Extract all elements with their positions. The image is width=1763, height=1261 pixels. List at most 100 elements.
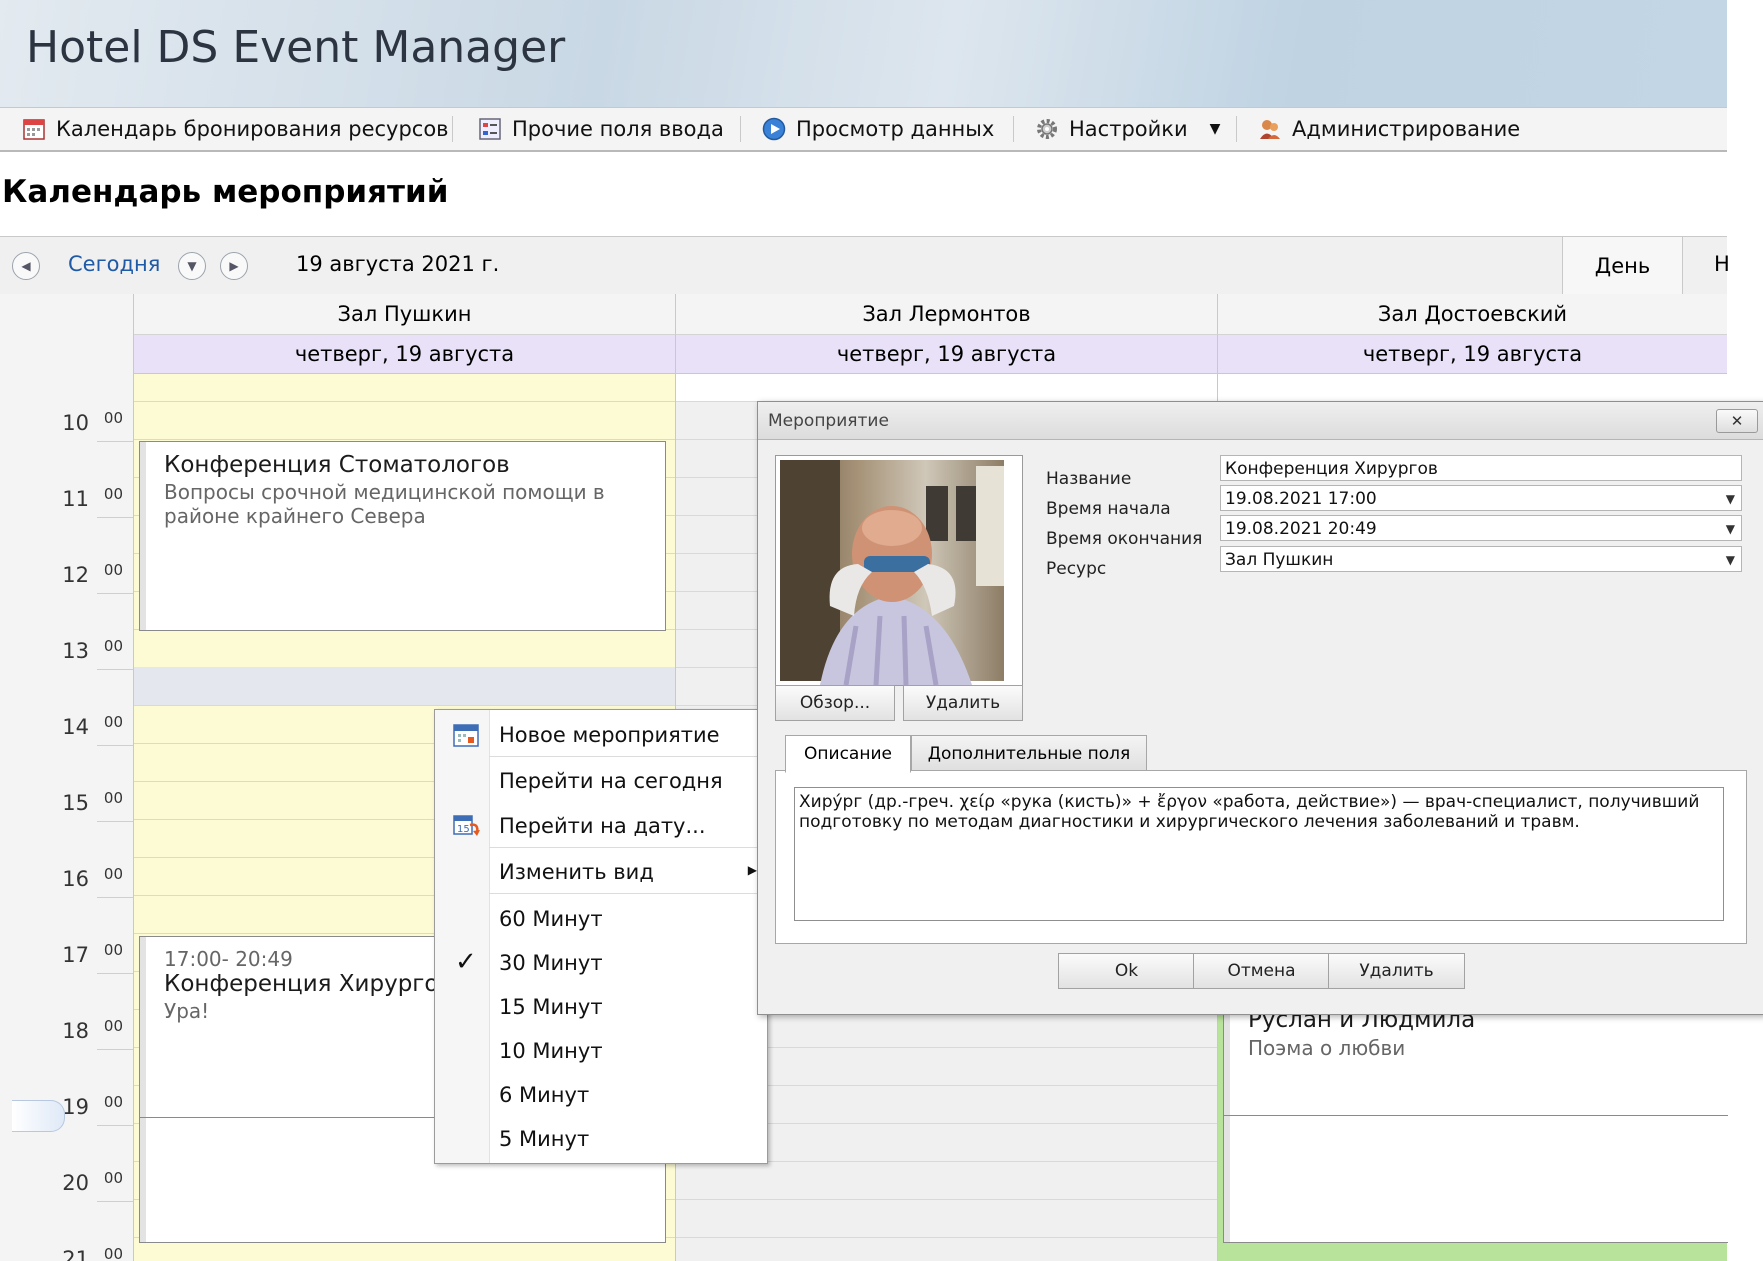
- menu-item-label: Администрирование: [1292, 117, 1521, 141]
- chevron-down-icon[interactable]: ▼: [1210, 121, 1221, 137]
- check-icon: ✓: [455, 947, 477, 977]
- menu-item-calendar[interactable]: Календарь бронирования ресурсов: [22, 115, 449, 143]
- appointment-time: 17:00- 20:49: [164, 947, 293, 971]
- view-day-button[interactable]: День: [1562, 237, 1683, 294]
- tab-description[interactable]: Описание: [785, 735, 911, 773]
- calendar-toolbar: ◀ Сегодня ▼ ▶ 19 августа 2021 г. День Н: [0, 236, 1730, 295]
- chevron-down-icon[interactable]: ▼: [178, 252, 206, 280]
- description-panel: Хиру́рг (др.-греч. χείρ «рука (кисть)» +…: [775, 770, 1747, 944]
- calendar-icon: [22, 117, 46, 141]
- start-time-label: Время начала: [1046, 499, 1171, 519]
- browse-photo-button[interactable]: Обзор...: [775, 685, 895, 721]
- end-time-label: Время окончания: [1046, 529, 1203, 549]
- menu-divider: [1013, 116, 1014, 142]
- name-field[interactable]: Конференция Хирургов: [1220, 455, 1742, 481]
- hour-label: 12 00: [0, 553, 133, 629]
- appointment-title: Конференция Стоматологов: [164, 452, 510, 478]
- app-title: Hotel DS Event Manager: [26, 22, 566, 73]
- appointment-ruslan[interactable]: Руслан и Людмила Поэма о любви: [1223, 990, 1728, 1243]
- ctx-interval-30[interactable]: ✓ 30 Минут: [435, 943, 767, 983]
- hour-label: 18 00: [0, 1009, 133, 1085]
- ctx-interval-60[interactable]: 60 Минут: [435, 899, 767, 939]
- menu-item-label: Просмотр данных: [796, 117, 995, 141]
- menu-item-settings[interactable]: Настройки ▼: [1035, 115, 1220, 143]
- hour-label: 11 00: [0, 477, 133, 553]
- day-header: четверг, 19 августа: [1218, 335, 1727, 374]
- description-textarea[interactable]: Хиру́рг (др.-греч. χείρ «рука (кисть)» +…: [794, 787, 1724, 921]
- page-title: Календарь мероприятий: [2, 174, 449, 210]
- ctx-interval-6[interactable]: 6 Минут: [435, 1075, 767, 1115]
- hour-label: 13 00: [0, 629, 133, 705]
- hour-label: 17 00: [0, 933, 133, 1009]
- menu-divider: [452, 116, 453, 142]
- hour-label: 10 00: [0, 401, 133, 477]
- ctx-interval-5[interactable]: 5 Минут: [435, 1119, 767, 1159]
- resource-label: Ресурс: [1046, 559, 1107, 579]
- chevron-right-icon: ▶: [747, 863, 757, 877]
- menu-item-label: Прочие поля ввода: [512, 117, 724, 141]
- play-icon: [762, 117, 786, 141]
- tab-extra-fields[interactable]: Дополнительные поля: [911, 735, 1147, 773]
- svg-text:15: 15: [457, 824, 470, 835]
- calendar-goto-icon: 15: [453, 813, 481, 842]
- dialog-title: Мероприятие: [768, 411, 889, 431]
- cancel-button[interactable]: Отмена: [1193, 953, 1330, 989]
- resource-header: Зал Пушкин: [134, 294, 676, 335]
- end-time-field[interactable]: 19.08.2021 20:49 ▼: [1220, 515, 1742, 541]
- view-next-button[interactable]: Н: [1714, 252, 1730, 276]
- menu-item-label: Настройки: [1069, 117, 1188, 141]
- dialog-titlebar[interactable]: Мероприятие ✕: [758, 402, 1763, 440]
- event-photo: [775, 455, 1023, 686]
- appointment-description: Ура!: [164, 999, 210, 1023]
- ctx-change-view[interactable]: Изменить вид ▶: [435, 852, 767, 892]
- close-button[interactable]: ✕: [1716, 409, 1758, 433]
- hour-label: 14 00: [0, 705, 133, 781]
- current-date-label: 19 августа 2021 г.: [296, 252, 500, 276]
- appointment-dentists[interactable]: Конференция Стоматологов Вопросы срочной…: [139, 441, 666, 631]
- hour-label: 16 00: [0, 857, 133, 933]
- main-menu: Календарь бронирования ресурсов Прочие п…: [0, 107, 1727, 152]
- resource-header: Зал Достоевский: [1218, 294, 1727, 335]
- resource-header: Зал Лермонтов: [676, 294, 1218, 335]
- context-menu: Новое мероприятие Перейти на сегодня 15 …: [434, 709, 768, 1164]
- delete-event-button[interactable]: Удалить: [1328, 953, 1465, 989]
- menu-item-fields[interactable]: Прочие поля ввода: [478, 115, 724, 143]
- menu-item-data-view[interactable]: Просмотр данных: [762, 115, 994, 143]
- gear-icon: [1035, 117, 1059, 141]
- menu-item-admin[interactable]: Администрирование: [1258, 115, 1520, 143]
- ok-button[interactable]: Ok: [1058, 953, 1195, 989]
- hour-label: 20 00: [0, 1161, 133, 1237]
- menu-divider: [1236, 116, 1237, 142]
- menu-item-label: Календарь бронирования ресурсов: [56, 117, 449, 141]
- appointment-title: Конференция Хирургов: [164, 971, 453, 997]
- start-time-field[interactable]: 19.08.2021 17:00 ▼: [1220, 485, 1742, 511]
- ctx-go-today[interactable]: Перейти на сегодня: [435, 761, 767, 801]
- current-time-marker: [12, 1100, 65, 1132]
- name-label: Название: [1046, 469, 1132, 489]
- appointment-description: Вопросы срочной медицинской помощи в: [164, 480, 605, 504]
- users-icon: [1258, 117, 1282, 141]
- ctx-interval-10[interactable]: 10 Минут: [435, 1031, 767, 1071]
- chevron-down-icon: ▼: [1725, 553, 1735, 567]
- calendar-icon: [453, 723, 479, 752]
- resource-select[interactable]: Зал Пушкин ▼: [1220, 546, 1742, 572]
- appointment-description: районе крайнего Севера: [164, 504, 426, 528]
- photo-image: [780, 460, 1004, 686]
- next-icon[interactable]: ▶: [220, 252, 248, 280]
- chevron-down-icon: ▼: [1725, 522, 1735, 536]
- chevron-down-icon: ▼: [1725, 492, 1735, 506]
- ctx-go-date[interactable]: 15 Перейти на дату...: [435, 806, 767, 846]
- ctx-new-event[interactable]: Новое мероприятие: [435, 715, 767, 755]
- time-ruler-top: [0, 374, 133, 401]
- form-fields-icon: [478, 117, 502, 141]
- hour-label: 15 00: [0, 781, 133, 857]
- delete-photo-button[interactable]: Удалить: [903, 685, 1023, 721]
- day-header: четверг, 19 августа: [676, 335, 1218, 374]
- prev-icon[interactable]: ◀: [12, 252, 40, 280]
- today-button[interactable]: Сегодня: [68, 252, 160, 276]
- hour-label: 21 00: [62, 1245, 123, 1261]
- day-header: четверг, 19 августа: [134, 335, 676, 374]
- event-dialog: Мероприятие ✕ Обзор... Удалить Название …: [757, 401, 1763, 1015]
- menu-divider: [740, 116, 741, 142]
- ctx-interval-15[interactable]: 15 Минут: [435, 987, 767, 1027]
